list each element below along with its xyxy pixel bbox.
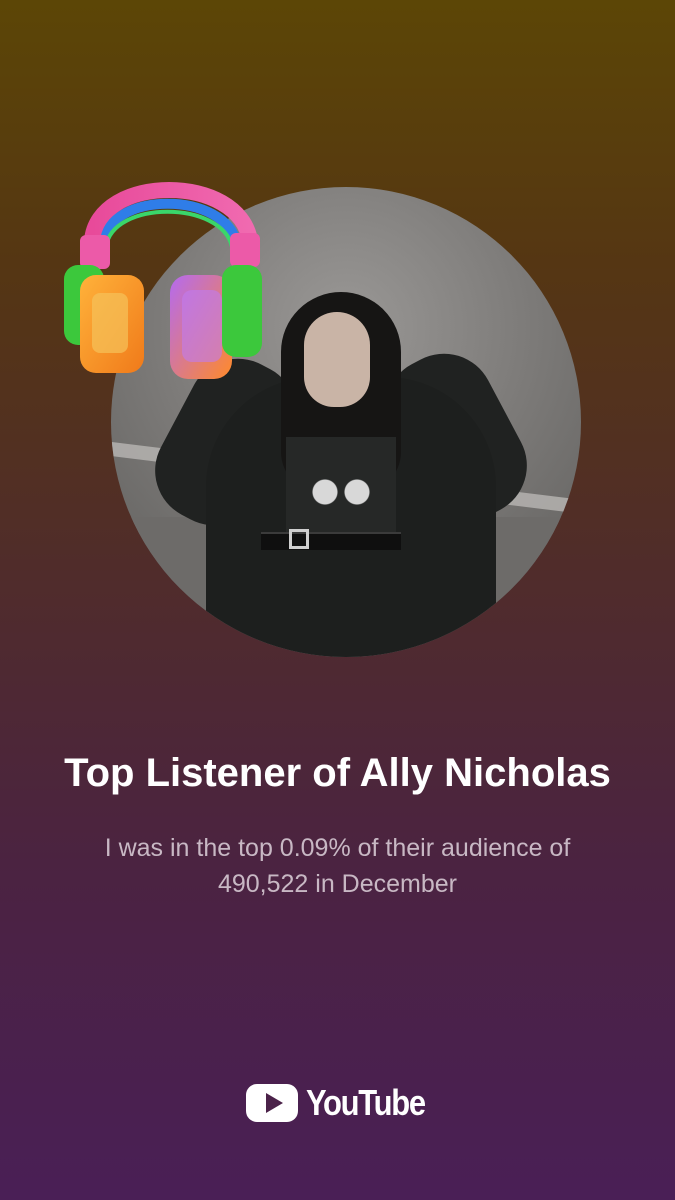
photo-shirt-graphic <box>301 477 381 507</box>
photo-belt-buckle <box>289 529 309 549</box>
photo-belt <box>261 532 401 550</box>
youtube-logo: YouTube <box>0 1080 675 1126</box>
youtube-wordmark: YouTube <box>306 1082 426 1123</box>
photo-face <box>304 312 370 407</box>
youtube-play-icon <box>246 1084 299 1122</box>
stat-description: I was in the top 0.09% of their audience… <box>104 834 571 898</box>
headphones-icon <box>64 182 262 379</box>
page-title: Top Listener of Ally Nicholas <box>64 751 611 795</box>
